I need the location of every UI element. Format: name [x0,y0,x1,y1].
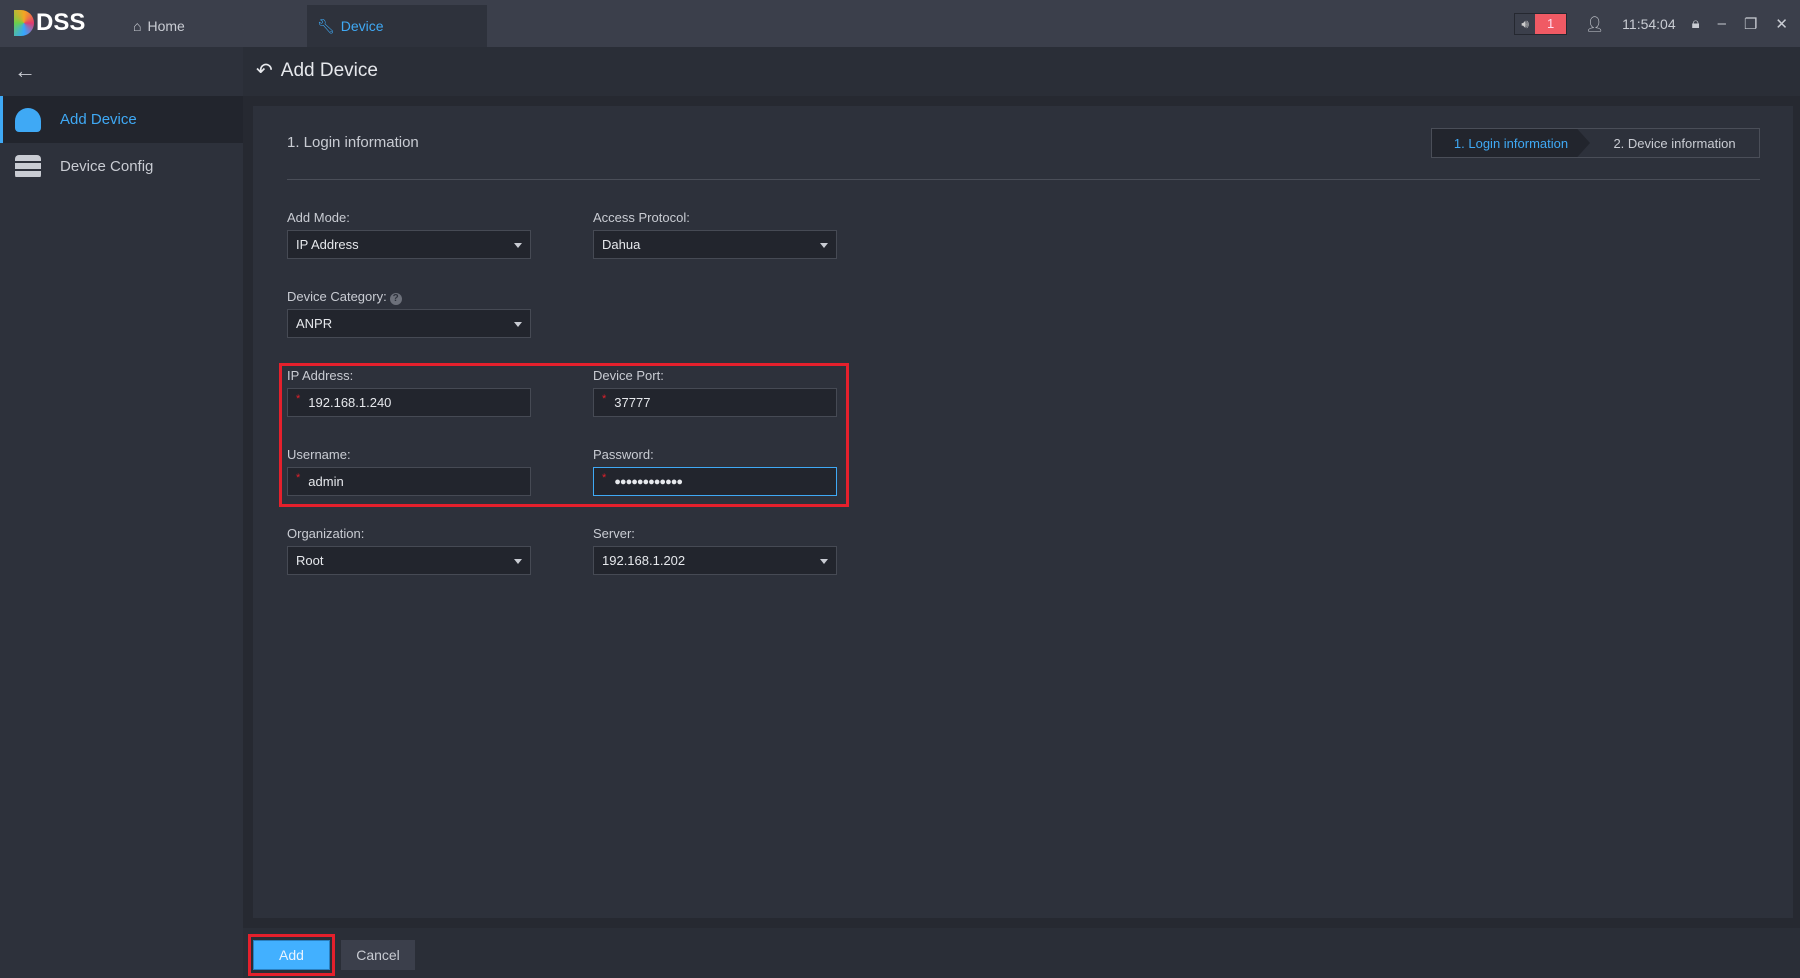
tab-home[interactable]: ⌂ Home [133,5,185,47]
page-title: ↶ Add Device [256,58,378,83]
server-rack-icon [15,154,41,179]
tab-label: Home [147,18,185,34]
form-panel [253,106,1793,918]
page-header [243,47,1800,96]
organization-label: Organization: [287,526,365,541]
close-icon[interactable]: ✕ [1775,15,1788,33]
tab-label: Device [340,18,384,34]
alarm-count: 1 [1535,13,1567,34]
help-icon[interactable]: ? [389,293,402,305]
chevron-down-icon [514,559,522,568]
speaker-icon: 🔊︎ [1515,13,1536,34]
chevron-down-icon [820,243,828,252]
label-text: Device Category: [287,289,387,304]
sidebar-item-label: Device Config [60,158,154,175]
step-indicator: 1. Login information 2. Device informati… [1431,128,1760,158]
select-value: 192.168.1.202 [602,553,686,568]
minimize-icon[interactable]: – [1718,15,1726,32]
system-tray: 🔊︎ 1 👤︎ 11:54:04 🔒︎ – ❐ ✕ [1514,0,1800,47]
chevron-down-icon [514,243,522,252]
lock-icon[interactable]: 🔒︎ [1692,15,1700,32]
return-icon[interactable]: ↶ [256,58,273,83]
step-login-information: 1. Login information [1432,129,1590,157]
section-title: 1. Login information [287,134,419,151]
wrench-icon: 🔧︎ [317,17,335,34]
server-select[interactable]: 192.168.1.202 [593,546,837,575]
logo-text: DSS [36,9,86,36]
add-mode-select[interactable]: IP Address [287,230,531,259]
select-value: Dahua [602,237,641,252]
access-protocol-label: Access Protocol: [593,210,690,225]
add-device-icon [15,107,41,132]
chevron-down-icon [514,322,522,331]
access-protocol-select[interactable]: Dahua [593,230,837,259]
footer-bar [243,928,1800,978]
sidebar-item-label: Add Device [60,111,137,128]
device-category-label: Device Category:? [287,289,402,305]
divider [287,179,1760,180]
user-icon[interactable]: 👤︎ [1585,15,1604,33]
alarm-indicator[interactable]: 🔊︎ 1 [1514,12,1568,35]
select-value: ANPR [296,316,333,331]
organization-select[interactable]: Root [287,546,531,575]
home-icon: ⌂ [133,18,142,34]
add-mode-label: Add Mode: [287,210,350,225]
chevron-down-icon [820,559,828,568]
tab-device[interactable]: 🔧︎ Device [307,5,487,47]
highlight-box [248,934,335,976]
page-title-text: Add Device [280,59,378,81]
back-arrow-icon[interactable]: ← [14,58,36,84]
select-value: Root [296,553,324,568]
step-device-information: 2. Device information [1613,135,1736,151]
select-value: IP Address [296,237,359,252]
device-category-select[interactable]: ANPR [287,309,531,338]
clock: 11:54:04 [1622,15,1676,32]
cancel-button[interactable]: Cancel [341,940,415,970]
restore-icon[interactable]: ❐ [1744,15,1757,33]
server-label: Server: [593,526,635,541]
dss-logo: DSS [14,9,85,37]
highlight-box [279,363,849,507]
logo-mark [14,10,34,36]
sidebar-item-device-config[interactable]: Device Config [0,143,243,190]
sidebar-item-add-device[interactable]: Add Device [0,96,243,143]
